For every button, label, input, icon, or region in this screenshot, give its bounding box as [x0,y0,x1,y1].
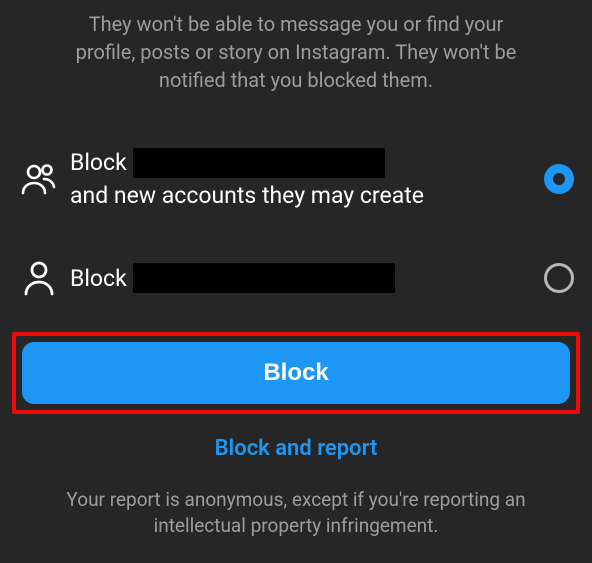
redacted-username [133,263,395,293]
people-icon [16,162,62,196]
option-text-prefix: Block [70,146,127,179]
radio-selected-icon[interactable] [542,162,576,196]
redacted-username [133,148,385,178]
block-and-report-link[interactable]: Block and report [10,414,582,471]
report-disclaimer: Your report is anonymous, except if you'… [10,471,582,539]
option-label: Block [62,262,542,295]
block-description: They won't be able to message you or fin… [10,0,582,94]
highlight-box: Block [12,332,580,414]
block-button[interactable]: Block [22,342,570,404]
option-block-user-and-future[interactable]: Block and new accounts they may create [10,136,582,222]
block-options: Block and new accounts they may create B… [10,94,582,306]
option-text-prefix: Block [70,262,127,295]
option-block-user-only[interactable]: Block [10,250,582,306]
radio-unselected-icon[interactable] [542,261,576,295]
option-text-suffix: and new accounts they may create [70,179,424,212]
person-icon [16,260,62,296]
option-label: Block and new accounts they may create [62,146,542,212]
